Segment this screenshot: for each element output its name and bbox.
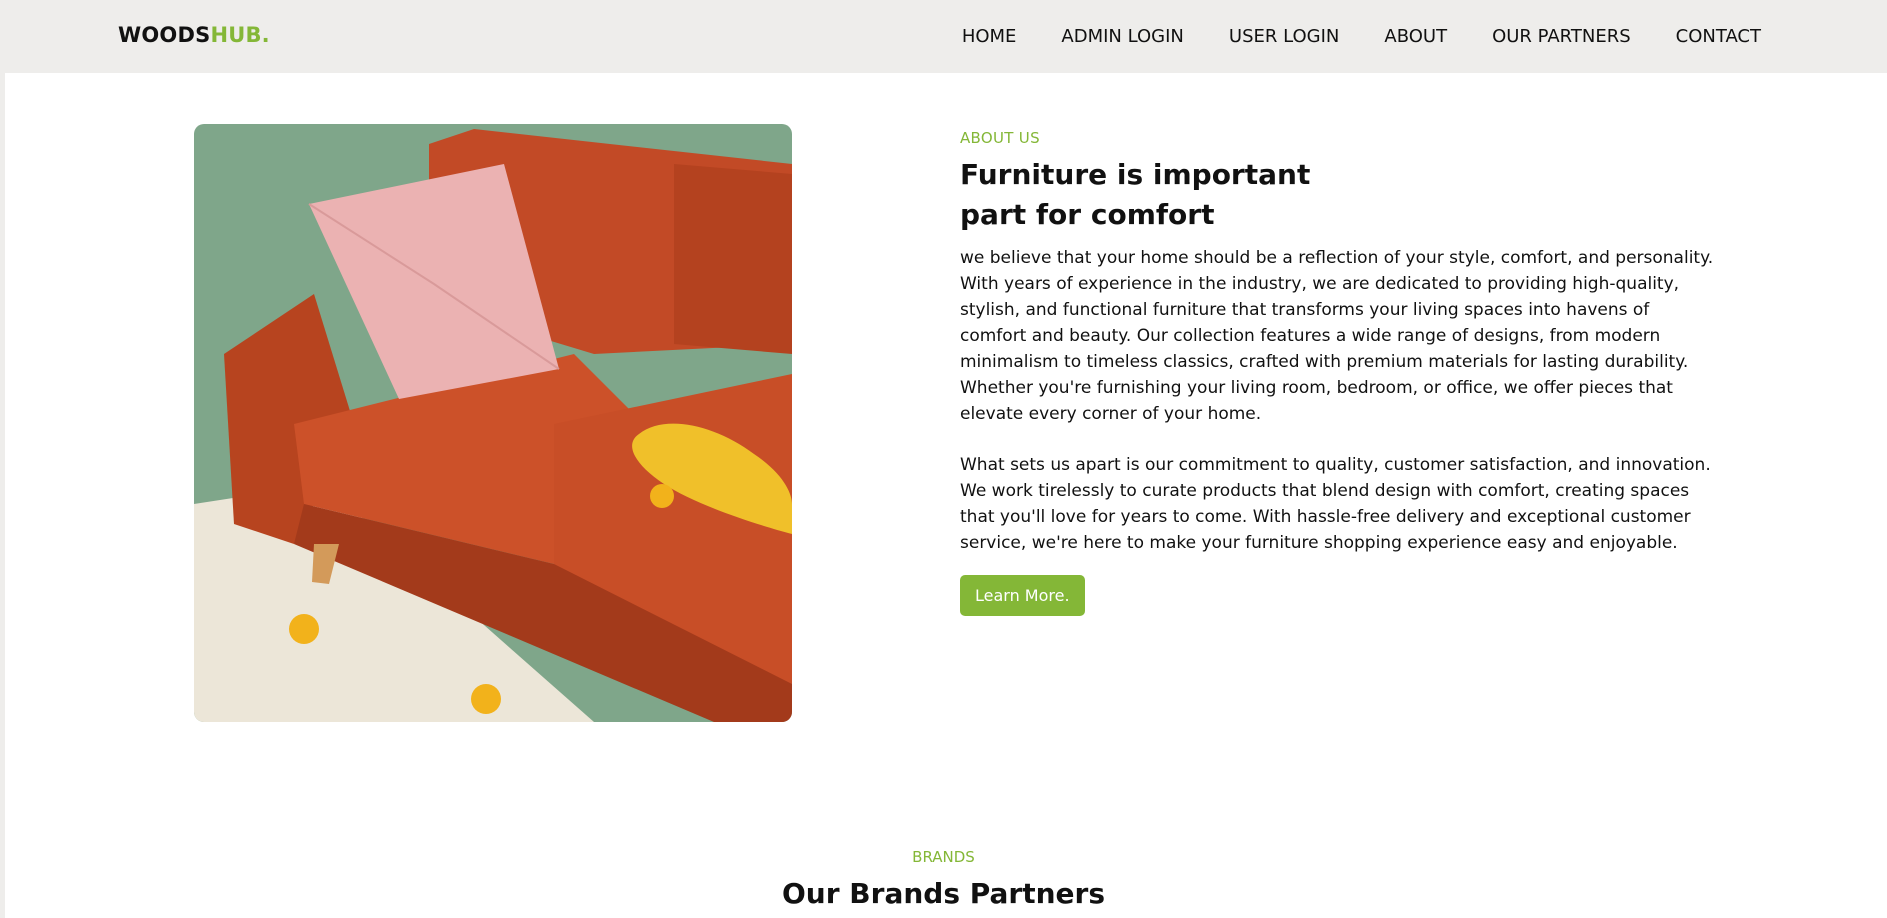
nav-about-link[interactable]: ABOUT: [1384, 26, 1447, 47]
about-paragraph-2: What sets us apart is our commitment to …: [960, 455, 1711, 553]
brands-title: Our Brands Partners: [782, 877, 1105, 910]
main-nav: HOME ADMIN LOGIN USER LOGIN ABOUT OUR PA…: [962, 0, 1761, 73]
nav-admin-login-link[interactable]: ADMIN LOGIN: [1061, 26, 1183, 47]
about-paragraph-1: we believe that your home should be a re…: [960, 248, 1714, 424]
brands-eyebrow: BRANDS: [912, 848, 975, 866]
learn-more-button[interactable]: Learn More.: [960, 575, 1085, 616]
about-eyebrow: ABOUT US: [960, 129, 1040, 147]
brands-section: BRANDS Our Brands Partners: [0, 848, 1887, 912]
about-section: ABOUT US Furniture is important part for…: [960, 129, 1720, 616]
nav-contact-link[interactable]: CONTACT: [1676, 26, 1761, 47]
nav-our-partners-link[interactable]: OUR PARTNERS: [1492, 26, 1631, 47]
about-title: Furniture is important part for comfort: [960, 158, 1311, 231]
top-navbar: WOODSHUB. HOME ADMIN LOGIN USER LOGIN AB…: [5, 0, 1887, 73]
nav-user-login-link[interactable]: USER LOGIN: [1229, 26, 1339, 47]
nav-home-link[interactable]: HOME: [962, 26, 1017, 47]
sofa-illustration: [194, 124, 792, 722]
logo-accent-text: HUB.: [210, 23, 270, 47]
about-sofa-image: [194, 124, 792, 722]
site-logo[interactable]: WOODSHUB.: [118, 23, 270, 47]
page-left-edge: [0, 0, 5, 918]
logo-main-text: WOODS: [118, 23, 211, 47]
